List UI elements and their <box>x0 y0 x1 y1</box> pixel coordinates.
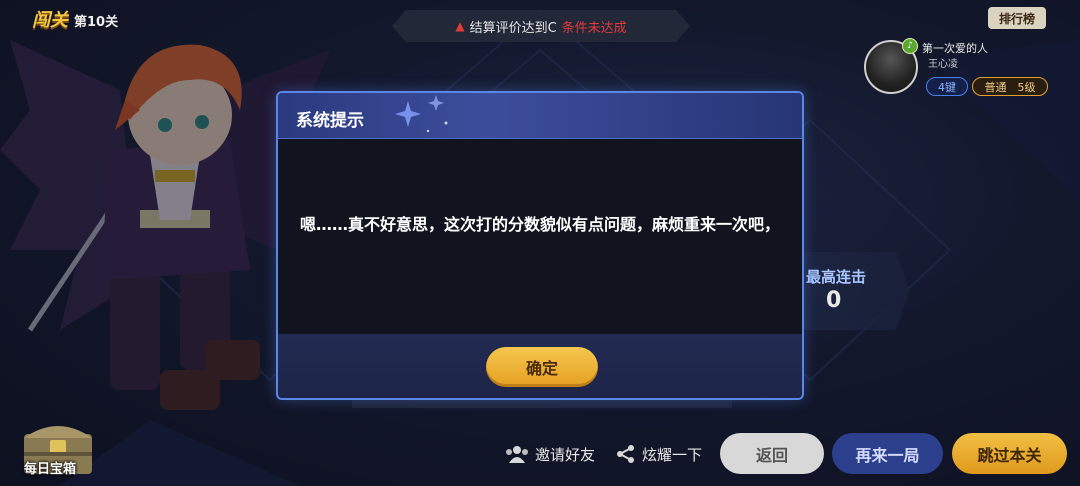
invite-label: 邀请好友 <box>535 445 596 464</box>
stage-header: 闯关 第10关 <box>32 6 118 32</box>
share-icon <box>617 445 634 463</box>
daily-chest-label[interactable]: 每日宝箱 <box>24 458 76 477</box>
share-button[interactable]: 炫耀一下 <box>616 442 702 466</box>
condition-text: 结算评价达到C <box>469 20 557 36</box>
system-dialog: 系统提示 嗯……真不好意思，这次打的分数貌似有点问题，麻烦重来一次吧， 确定 <box>276 91 804 400</box>
key-mode-badge: 4键 <box>926 77 968 96</box>
sparkle-icon <box>395 95 448 133</box>
skip-level-button[interactable]: 跳过本关 <box>952 433 1067 474</box>
mode-title: 闯关 <box>32 10 68 31</box>
max-combo-value: 0 <box>826 288 842 313</box>
difficulty-level: 5级 <box>1017 80 1036 94</box>
condition-banner: ▲ 结算评价达到C 条件未达成 <box>392 10 690 42</box>
condition-status: 条件未达成 <box>561 20 627 36</box>
dialog-header: 系统提示 <box>278 93 802 139</box>
friends-icon <box>506 446 528 463</box>
difficulty-badge: 普通 5级 <box>972 77 1048 96</box>
invite-friends-button[interactable]: 邀请好友 <box>505 442 595 466</box>
dialog-message: 嗯……真不好意思，这次打的分数貌似有点问题，麻烦重来一次吧， <box>299 215 780 234</box>
level-label: 第10关 <box>74 15 119 30</box>
leaderboard-button[interactable]: 排行榜 <box>988 7 1046 29</box>
song-info-card: ♪ 第一次爱的人 王心凌 4键 普通 5级 <box>864 38 1074 98</box>
confirm-button[interactable]: 确定 <box>486 347 598 387</box>
combo-stat-panel <box>790 252 910 330</box>
song-title: 第一次爱的人 <box>922 42 988 55</box>
song-artist: 王心凌 <box>928 59 958 70</box>
dialog-title: 系统提示 <box>296 111 364 131</box>
difficulty-label: 普通 <box>984 80 1007 94</box>
share-label: 炫耀一下 <box>642 445 703 464</box>
retry-button[interactable]: 再来一局 <box>832 433 943 474</box>
max-combo-label: 最高连击 <box>806 268 867 286</box>
warning-icon: ▲ <box>455 19 465 33</box>
level-badge-icon: ♪ <box>902 38 918 54</box>
back-button[interactable]: 返回 <box>720 433 824 474</box>
